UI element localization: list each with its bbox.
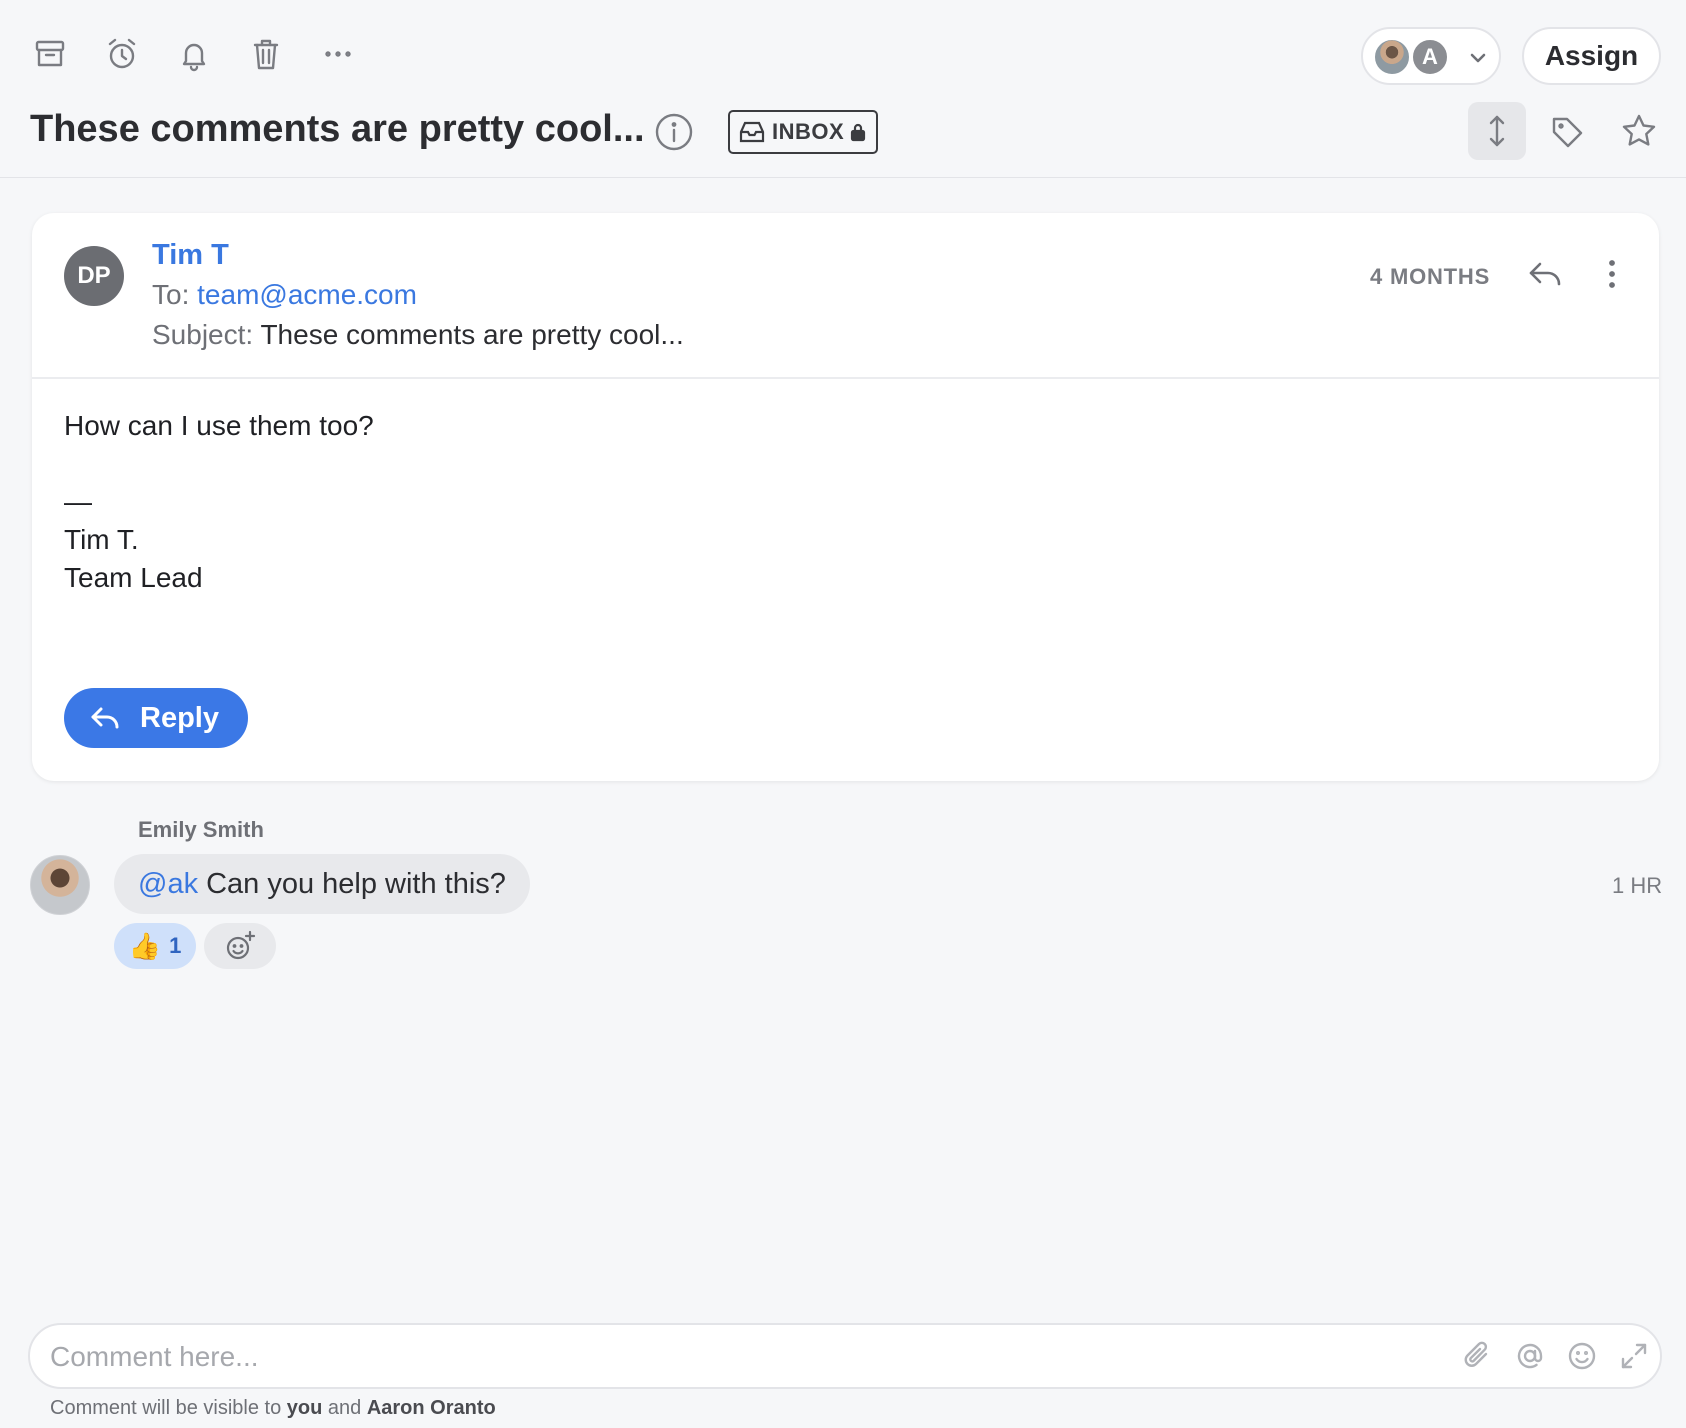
comment-author: Emily Smith xyxy=(138,817,264,842)
more-horizontal-icon[interactable] xyxy=(316,32,360,76)
comment-author-avatar xyxy=(30,855,90,915)
recipient-address[interactable]: team@acme.com xyxy=(197,279,417,310)
conversation-header: A Assign These comments are pretty cool.… xyxy=(0,0,1686,178)
subject-line: Subject: These comments are pretty cool.… xyxy=(152,319,684,351)
card-divider xyxy=(32,377,1659,379)
add-reaction-button[interactable] xyxy=(204,923,276,969)
reply-icon[interactable] xyxy=(1525,254,1571,300)
comment-mention[interactable]: @ak xyxy=(138,868,198,901)
bell-icon[interactable] xyxy=(172,32,216,76)
visibility-prefix: Comment will be visible to xyxy=(50,1397,282,1419)
inbox-tag-label: INBOX xyxy=(772,119,845,144)
assignee-avatar-photo xyxy=(1373,38,1411,76)
reply-button[interactable]: Reply xyxy=(64,688,248,748)
emoji-icon[interactable] xyxy=(1566,1340,1602,1376)
snooze-clock-icon[interactable] xyxy=(100,32,144,76)
sender-avatar: DP xyxy=(64,246,124,306)
subject-value: These comments are pretty cool... xyxy=(260,319,684,350)
comment-visibility-note: Comment will be visible to you and Aaron… xyxy=(50,1397,496,1420)
add-emoji-icon xyxy=(226,930,256,960)
reply-button-label: Reply xyxy=(140,701,219,734)
more-vertical-icon[interactable] xyxy=(1592,254,1632,300)
comment-text: Can you help with this? xyxy=(206,867,506,900)
email-body: How can I use them too? — Tim T. Team Le… xyxy=(64,410,374,593)
comment-input[interactable] xyxy=(50,1337,1450,1377)
assignee-avatar-initial: A xyxy=(1411,38,1449,76)
subject-label: Subject: xyxy=(152,319,254,350)
inbox-tray-icon xyxy=(739,121,765,143)
reply-arrow-icon xyxy=(91,707,119,729)
assignee-picker[interactable]: A xyxy=(1361,27,1501,85)
comment-bubble: @ak Can you help with this? xyxy=(114,854,530,914)
assign-button[interactable]: Assign xyxy=(1522,27,1661,85)
tag-icon[interactable] xyxy=(1538,102,1596,160)
message-timestamp: 4 MONTHS xyxy=(1370,264,1491,289)
expand-collapse-icon[interactable] xyxy=(1468,102,1526,160)
visibility-you: you xyxy=(286,1397,323,1419)
email-message-card: DP Tim T To: team@acme.com Subject: Thes… xyxy=(32,213,1659,781)
expand-composer-icon[interactable] xyxy=(1618,1340,1654,1376)
to-label: To: xyxy=(152,279,190,310)
star-icon[interactable] xyxy=(1610,102,1668,160)
mention-at-icon[interactable] xyxy=(1514,1340,1550,1376)
info-icon[interactable] xyxy=(654,112,694,152)
thumbs-up-icon: 👍 xyxy=(128,930,162,961)
comment-composer xyxy=(28,1323,1662,1389)
visibility-other-user: Aaron Oranto xyxy=(366,1397,496,1419)
sender-name[interactable]: Tim T xyxy=(152,239,229,272)
conversation-title: These comments are pretty cool... xyxy=(30,108,645,150)
chevron-down-icon xyxy=(1467,47,1489,74)
reaction-count: 1 xyxy=(169,933,182,958)
inbox-tag[interactable]: INBOX xyxy=(728,110,878,154)
thumbs-up-reaction[interactable]: 👍 1 xyxy=(114,923,196,969)
archive-icon[interactable] xyxy=(28,32,72,76)
comment-timestamp: 1 HR xyxy=(1612,873,1663,898)
recipient-line: To: team@acme.com xyxy=(152,279,417,311)
lock-icon xyxy=(851,123,866,142)
trash-icon[interactable] xyxy=(244,32,288,76)
visibility-and: and xyxy=(327,1397,362,1419)
attachment-icon[interactable] xyxy=(1462,1340,1498,1376)
